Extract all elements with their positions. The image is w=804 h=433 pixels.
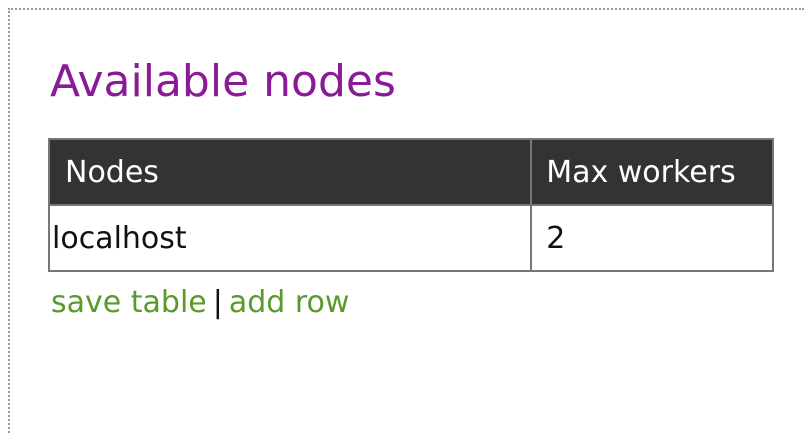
table-actions: save table | add row: [51, 283, 349, 323]
save-table-link[interactable]: save table: [51, 285, 207, 320]
table-row[interactable]: localhost 2: [47, 204, 774, 272]
max-workers-cell[interactable]: 2: [530, 204, 774, 272]
add-row-link[interactable]: add row: [229, 285, 350, 320]
page-title: Available nodes: [50, 56, 396, 107]
action-separator: |: [212, 285, 223, 320]
column-header-max-workers: Max workers: [530, 138, 774, 206]
table-header-row: Nodes Max workers: [47, 138, 774, 206]
column-header-nodes: Nodes: [47, 138, 533, 206]
nodes-table: Nodes Max workers localhost 2: [47, 138, 774, 272]
node-name-cell[interactable]: localhost: [47, 204, 533, 272]
